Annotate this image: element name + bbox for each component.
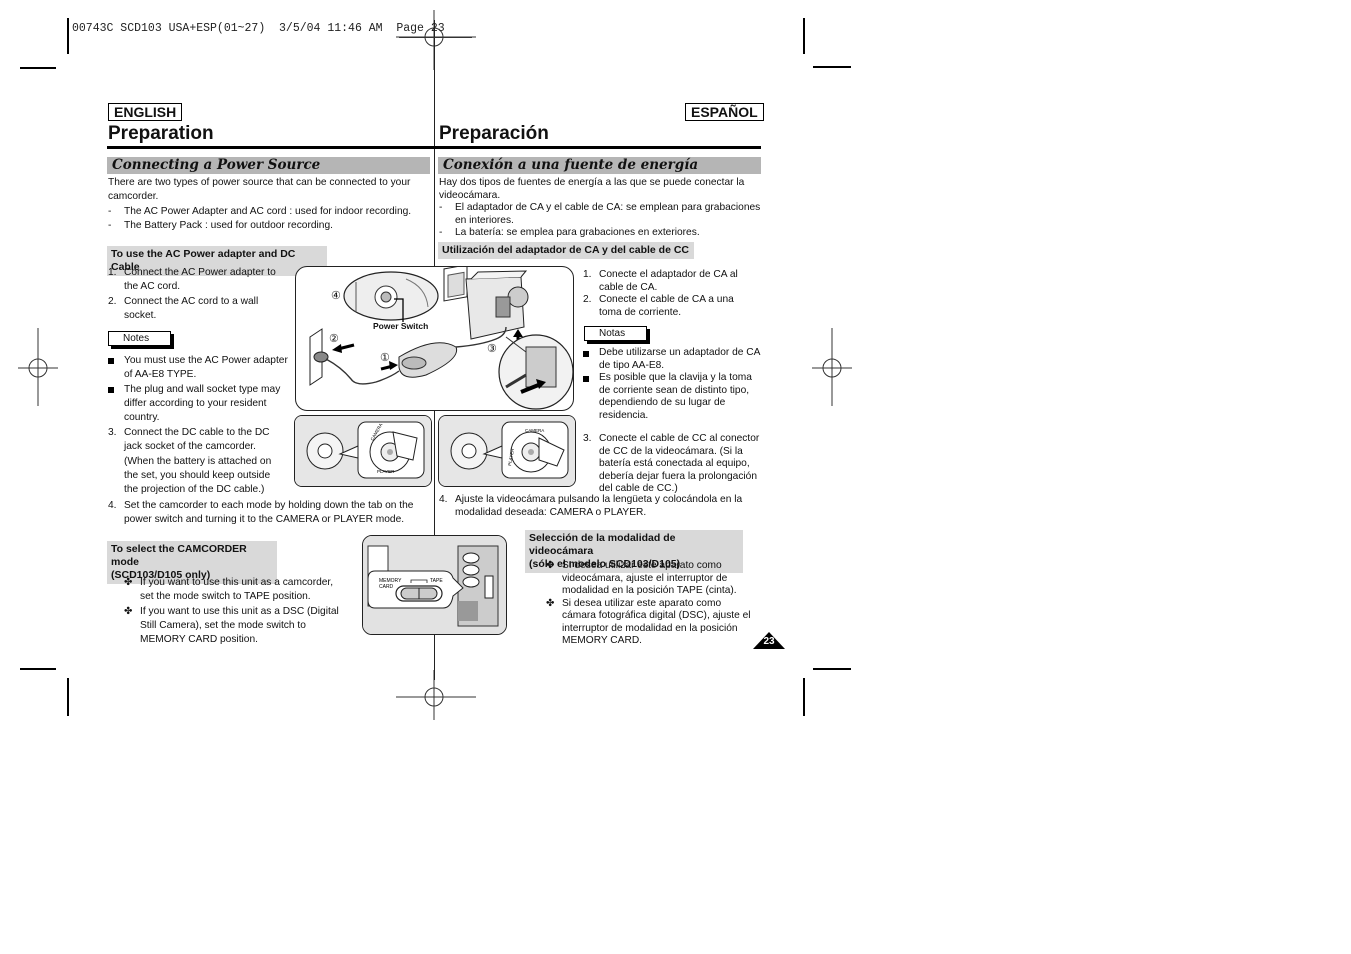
mode-switch-illustration: MEMORY CARD TAPE (363, 536, 506, 634)
crop-mark (20, 668, 56, 670)
callout-4: ④ (331, 290, 341, 302)
ac-adapter-drawing (398, 342, 458, 378)
mode-list-english: ✤ If you want to use this unit as a camco… (124, 576, 346, 647)
language-label-spanish: ESPAÑOL (685, 103, 764, 121)
print-header: 00743C SCD103 USA+ESP(01~27) 3/5/04 11:4… (72, 22, 445, 35)
mode-item: ✤ Si desea utilizar este aparato como cám… (546, 597, 751, 647)
title-rule-english (107, 146, 435, 149)
intro-spanish: Hay dos tipos de fuentes de energía a la… (439, 177, 761, 240)
notes-list-english: You must use the AC Power adapter of AA-… (108, 354, 293, 425)
page-title-spanish: Preparación (439, 123, 549, 144)
power-switch-label: Power Switch (373, 321, 429, 331)
mode-item: ✤ If you want to use this unit as a DSC (… (124, 605, 339, 646)
mode-list-spanish: ✤ SI desea utilizar este aparato como vid… (546, 560, 756, 648)
callout-2: ② (329, 333, 339, 345)
steps-ac-spanish: 1. Conecte el adaptador de CA al cable de… (583, 269, 758, 319)
figure-ac-adapter-connection: ① ② ③ ④ Power Switch (295, 266, 574, 411)
page-number: 23 (763, 636, 775, 647)
crop-mark (813, 668, 851, 670)
note-item: You must use the AC Power adapter of AA-… (108, 354, 293, 383)
power-dial-illustration-es: CAMERA PLAYER (439, 416, 575, 486)
intro-text: Hay dos tipos de fuentes de energía a la… (439, 177, 745, 201)
step-item: 2. Connect the AC cord to a wall socket. (108, 295, 259, 321)
step-item: 2. Conecte el cable de CA a una toma de c… (583, 294, 734, 318)
note-item: Debe utilizarse un adaptador de CA de ti… (583, 347, 761, 372)
crop-mark (20, 67, 56, 69)
figure-power-dial-english: CAMERA PLAYER (294, 415, 432, 487)
registration-mark-bottom (396, 670, 476, 720)
step-item: 3. Connect the DC cable to the DC jack so… (108, 427, 272, 496)
step3-spanish: 3. Conecte el cable de CC al conector de … (583, 433, 763, 496)
notes-label-english: Notes (108, 331, 171, 346)
step-item: 3. Conecte el cable de CC al conector de … (583, 433, 760, 494)
language-label-english: ENGLISH (108, 103, 183, 121)
mode-label-card: CARD (379, 584, 394, 590)
crop-mark (803, 678, 805, 716)
callout-1: ① (380, 352, 390, 364)
page-title-english: Preparation (108, 123, 214, 144)
note-item: Es posible que la clavija y la toma de c… (583, 372, 761, 422)
intro-item: - The AC Power Adapter and AC cord : used… (108, 205, 412, 217)
registration-mark-top (396, 10, 476, 70)
intro-item: - El adaptador de CA y el cable de CA: se… (439, 202, 761, 226)
mode-item: ✤ SI desea utilizar este aparato como vid… (546, 560, 737, 596)
crop-mark (813, 66, 851, 68)
intro-item: - La batería: se emplea para grabaciones … (439, 227, 700, 238)
power-dial-illustration: CAMERA PLAYER (295, 416, 431, 486)
dial-label-player: PLAYER (377, 469, 395, 474)
camcorder-drawing (443, 267, 529, 340)
dial-label-camera: CAMERA (525, 428, 544, 433)
intro-item: - The Battery Pack : used for outdoor rec… (108, 219, 333, 231)
subsection-heading-ac-adapter-es: Utilización del adaptador de CA y del ca… (438, 242, 694, 259)
step-item: 4. Set the camcorder to each mode by hold… (108, 500, 414, 526)
step3-english: 3. Connect the DC cable to the DC jack so… (108, 426, 280, 497)
title-rule-spanish (435, 146, 761, 149)
step-item: 1. Conecte el adaptador de CA al cable de… (583, 269, 738, 293)
steps-ac-english: 1. Connect the AC Power adapter to the AC… (108, 266, 283, 323)
registration-mark-left (18, 328, 58, 406)
mode-item: ✤ If you want to use this unit as a camco… (124, 577, 334, 603)
step4-spanish: 4. Ajuste la videocámara pulsando la leng… (439, 494, 761, 519)
print-header-underline (399, 37, 472, 38)
step4-english: 4. Set the camcorder to each mode by hold… (108, 499, 426, 528)
notes-list-spanish: Debe utilizarse un adaptador de CA de ti… (583, 347, 761, 422)
section-heading-spanish: Conexión a una fuente de energía (438, 157, 761, 174)
intro-text: There are two types of power source that… (108, 177, 411, 203)
step-item: 1. Connect the AC Power adapter to the AC… (108, 267, 276, 293)
intro-english: There are two types of power source that… (108, 176, 426, 233)
note-item: The plug and wall socket type may differ… (108, 383, 293, 426)
wall-socket-drawing (309, 328, 329, 386)
section-heading-english: Connecting a Power Source (107, 157, 430, 174)
crop-mark (67, 18, 69, 54)
registration-mark-right (812, 328, 852, 406)
figure-mode-switch: MEMORY CARD TAPE (362, 535, 507, 635)
figure-power-dial-spanish: CAMERA PLAYER (438, 415, 576, 487)
mode-label-tape: TAPE (430, 578, 443, 584)
callout-3: ③ (487, 343, 497, 355)
crop-mark (803, 18, 805, 54)
crop-mark (67, 678, 69, 716)
step-item: 4. Ajuste la videocámara pulsando la leng… (439, 494, 743, 518)
notes-label-spanish: Notas (584, 326, 647, 341)
